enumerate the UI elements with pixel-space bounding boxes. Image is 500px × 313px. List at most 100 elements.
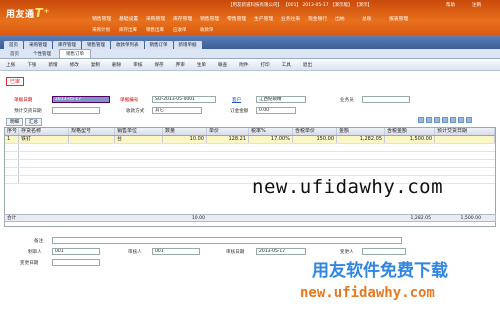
- date-field[interactable]: 2013-05-17: [52, 96, 110, 103]
- total-row: 合计 10.00 1,282.05 1,500.00: [4, 214, 496, 222]
- cell-date[interactable]: [435, 136, 495, 143]
- tab-sales-order[interactable]: 销售订单: [59, 49, 91, 58]
- column-header[interactable]: 税率%: [249, 128, 293, 135]
- toolbar-button[interactable]: 复制: [91, 62, 100, 68]
- column-header[interactable]: 预计交货日期: [435, 128, 495, 135]
- cell-tax[interactable]: 17.00%: [249, 136, 293, 143]
- cell-taxprice[interactable]: 150.00: [293, 136, 337, 143]
- cell-unit[interactable]: 台: [115, 136, 163, 143]
- toolbar-button[interactable]: 审核: [133, 62, 142, 68]
- toolbar-button[interactable]: 弃审: [176, 62, 185, 68]
- deposit-label: 订金金额: [230, 109, 249, 114]
- date-label: 单据日期: [14, 98, 33, 103]
- table-row[interactable]: [5, 168, 495, 176]
- menu-item[interactable]: 总账: [362, 15, 389, 22]
- workspace-tab[interactable]: 销售订单: [144, 41, 173, 49]
- toolbar-button[interactable]: 下张: [27, 62, 36, 68]
- menu-item[interactable]: 销售管理: [200, 15, 227, 22]
- total-qty: 10.00: [191, 216, 205, 221]
- tab-detail[interactable]: 明细: [6, 118, 23, 126]
- logout-link[interactable]: 注销: [472, 2, 481, 8]
- delete-row-icon[interactable]: [434, 117, 440, 123]
- customer-label: 客户: [232, 98, 242, 103]
- submenu-item[interactable]: 销售出库: [146, 27, 173, 33]
- tab-personal[interactable]: 个性管理: [27, 50, 57, 58]
- workspace-tabs: 首页 采购管理 库存管理 销售管理 收款单列表 销售订单 新增单据: [0, 35, 500, 49]
- column-header[interactable]: 规格型号: [69, 128, 115, 135]
- submenu-item[interactable]: 库存出库: [119, 27, 146, 33]
- workspace-tab[interactable]: 库存管理: [53, 41, 81, 49]
- toolbar-button[interactable]: 删除: [112, 62, 121, 68]
- column-header[interactable]: 金额: [337, 128, 385, 135]
- submenu-item[interactable]: 收款单: [200, 27, 227, 33]
- column-header[interactable]: 含税金额: [385, 128, 435, 135]
- add-row-icon[interactable]: [418, 117, 424, 123]
- menu-item[interactable]: 库存管理: [173, 15, 200, 22]
- cell-price[interactable]: 128.21: [207, 136, 249, 143]
- tab-home[interactable]: 首页: [4, 50, 25, 58]
- toolbar-button[interactable]: 修改: [70, 62, 79, 68]
- table-row[interactable]: 1 铁钉 台 10.00 128.21 17.00% 150.00 1,282.…: [5, 136, 495, 144]
- help-link[interactable]: 帮助: [446, 2, 455, 8]
- filter-icon[interactable]: [466, 117, 472, 123]
- toolbar-button[interactable]: 保存: [154, 62, 163, 68]
- workspace-tab[interactable]: 新增单据: [173, 41, 202, 49]
- deposit-field[interactable]: 0.00: [256, 107, 296, 114]
- status-badge: 已审: [6, 77, 25, 86]
- menu-item[interactable]: 采购管理: [146, 15, 173, 22]
- auditor-label: 审核人: [128, 250, 142, 255]
- menu-item[interactable]: 现金银行: [308, 15, 335, 22]
- workspace-tab[interactable]: 收款单列表: [111, 41, 144, 49]
- layout-icon[interactable]: [450, 117, 456, 123]
- total-spacer: [207, 215, 385, 221]
- menu-item[interactable]: 基础设置: [119, 15, 146, 22]
- table-row[interactable]: [5, 144, 495, 152]
- copy-row-icon[interactable]: [442, 117, 448, 123]
- remark-field[interactable]: [52, 237, 402, 244]
- menu-item[interactable]: 销售管理: [92, 15, 119, 22]
- settings-icon[interactable]: [458, 117, 464, 123]
- column-header[interactable]: 数量: [163, 128, 207, 135]
- column-header[interactable]: 含税单价: [293, 128, 337, 135]
- table-row[interactable]: [5, 160, 495, 168]
- watermark-site: new.ufidawhy.com: [252, 176, 444, 198]
- cell-no: 1: [5, 136, 19, 143]
- column-header[interactable]: 单价: [207, 128, 249, 135]
- workspace-tab[interactable]: 采购管理: [24, 41, 52, 49]
- cell-spec[interactable]: [69, 136, 115, 143]
- detail-tabs: 明细 汇总: [6, 118, 42, 126]
- tab-summary[interactable]: 汇总: [25, 118, 42, 126]
- menu-item[interactable]: 零售管理: [227, 15, 254, 22]
- toolbar-button[interactable]: 工具: [282, 62, 291, 68]
- cell-taxamount[interactable]: 1,500.00: [385, 136, 435, 143]
- menu-item[interactable]: 业务往来: [281, 15, 308, 22]
- salesman-field[interactable]: [362, 96, 410, 103]
- delivery-field[interactable]: [52, 107, 100, 114]
- menu-item[interactable]: 出纳: [335, 15, 362, 22]
- workspace-tab[interactable]: 销售管理: [82, 41, 110, 49]
- menu-item[interactable]: 报表管理: [389, 15, 416, 22]
- column-header[interactable]: 存货名称: [19, 128, 69, 135]
- workspace-tab[interactable]: 首页: [4, 41, 23, 49]
- code-field[interactable]: SO-2013-05-0001: [152, 96, 216, 103]
- watermark-site-2: new.ufidawhy.com: [300, 285, 435, 301]
- submenu-item[interactable]: 采购计划: [92, 27, 119, 33]
- insert-row-icon[interactable]: [426, 117, 432, 123]
- toolbar-button[interactable]: 打印: [260, 62, 269, 68]
- paytype-select[interactable]: 其它: [152, 107, 202, 114]
- toolbar-button[interactable]: 附件: [239, 62, 248, 68]
- table-row[interactable]: [5, 152, 495, 160]
- cell-amount[interactable]: 1,282.05: [337, 136, 385, 143]
- customer-field[interactable]: 江西纪硕精: [256, 96, 306, 103]
- column-header[interactable]: 销售单位: [115, 128, 163, 135]
- cell-qty[interactable]: 10.00: [163, 136, 207, 143]
- empty-cell: [5, 160, 19, 167]
- submenu-item[interactable]: 应收单: [173, 27, 200, 33]
- toolbar-button[interactable]: 生单: [197, 62, 206, 68]
- toolbar-button[interactable]: 新增: [48, 62, 57, 68]
- cell-name[interactable]: 铁钉: [19, 136, 69, 143]
- toolbar-button[interactable]: 联查: [218, 62, 227, 68]
- toolbar-button[interactable]: 上张: [6, 62, 15, 68]
- toolbar-button[interactable]: 退出: [303, 62, 312, 68]
- menu-item[interactable]: 生产管理: [254, 15, 281, 22]
